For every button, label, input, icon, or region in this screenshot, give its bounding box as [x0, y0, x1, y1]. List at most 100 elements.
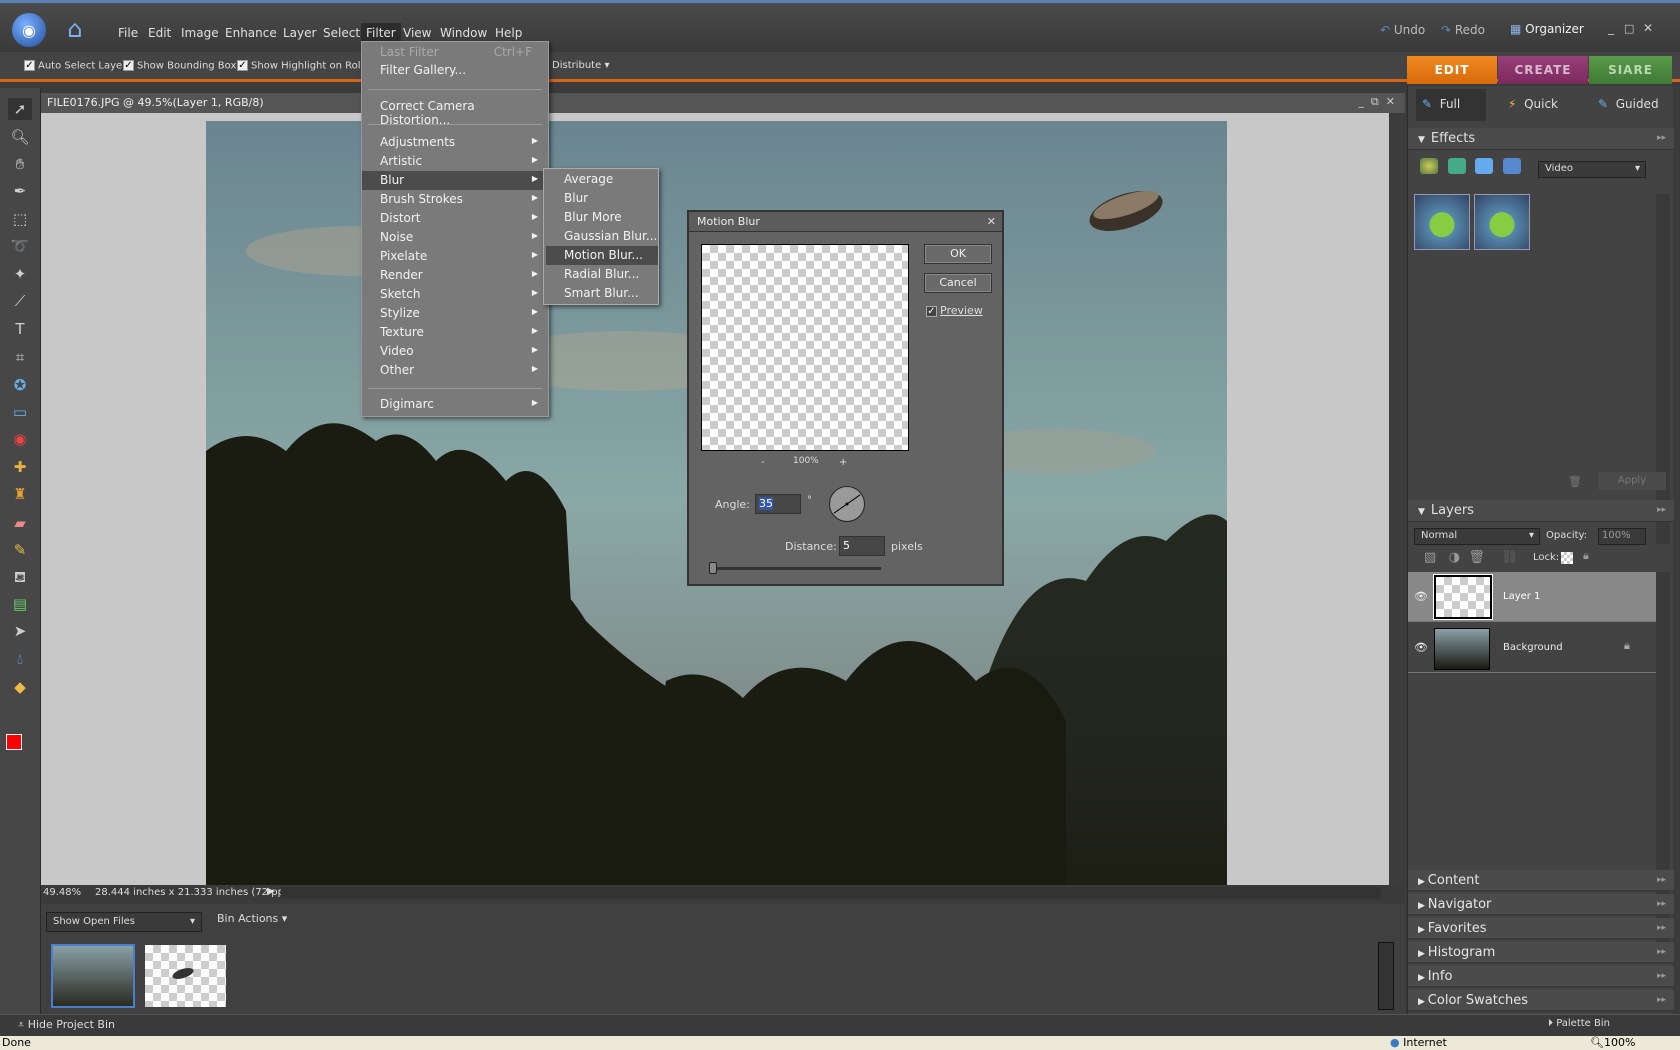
maximize-icon[interactable]: □: [1624, 22, 1634, 35]
tab-edit[interactable]: EDIT: [1407, 56, 1497, 84]
marquee-icon[interactable]: ⬚: [8, 208, 32, 230]
zoom-level[interactable]: 49.48%: [43, 887, 81, 898]
menu-item-render[interactable]: Render ▶: [362, 266, 548, 285]
panel-menu-icon[interactable]: ▸▸: [1657, 505, 1666, 515]
zoom-out-button[interactable]: -: [761, 457, 765, 468]
menu-item-average[interactable]: Average: [546, 170, 658, 189]
menu-item-adjustments[interactable]: Adjustments ▶: [362, 133, 548, 152]
effects-panel-header[interactable]: ▼ Effects ▸▸: [1408, 128, 1674, 150]
trash-icon[interactable]: 🗑︎: [1568, 475, 1582, 488]
gradient-icon[interactable]: ▤: [8, 593, 32, 615]
cookie-cutter-icon[interactable]: ✪: [8, 374, 32, 396]
menu-item-motion-blur[interactable]: Motion Blur...: [546, 246, 658, 265]
distribute-dropdown[interactable]: Distribute ▾: [552, 60, 609, 71]
bin-actions-menu[interactable]: Bin Actions ▾: [217, 912, 287, 925]
menu-item-texture[interactable]: Texture ▶: [362, 323, 548, 342]
menu-item-filter-gallery[interactable]: Filter Gallery...: [362, 61, 548, 80]
apply-button[interactable]: Apply: [1598, 472, 1666, 490]
cancel-button[interactable]: Cancel: [924, 273, 992, 293]
selection-brush-icon[interactable]: ⟋: [8, 290, 32, 312]
menu-item-brush-strokes[interactable]: Brush Strokes ▶: [362, 190, 548, 209]
browser-zoom[interactable]: 🔍︎100%: [1590, 1036, 1635, 1049]
document-window-controls[interactable]: _ ⧉ ✕: [1358, 95, 1395, 109]
layer-row-layer-1[interactable]: 👁︎ Layer 1: [1408, 572, 1656, 622]
layers-panel-header[interactable]: ▼ Layers ▸▸: [1408, 500, 1674, 522]
menu-item-gaussian-blur[interactable]: Gaussian Blur...: [546, 227, 658, 246]
paint-bucket-icon[interactable]: ⛾: [8, 566, 32, 588]
panel-histogram[interactable]: ▶ Histogram ▸▸: [1408, 942, 1674, 964]
blur-tool-icon[interactable]: 💧︎: [8, 648, 32, 670]
bin-thumbnail-photo[interactable]: [51, 944, 135, 1008]
all-effects-icon[interactable]: [1502, 158, 1521, 174]
menu-select[interactable]: Select: [318, 23, 365, 43]
menu-window[interactable]: Window: [435, 23, 492, 43]
distance-slider-track[interactable]: [711, 567, 881, 570]
eyedropper-icon[interactable]: ✒: [8, 180, 32, 202]
minimize-icon[interactable]: _: [1608, 21, 1614, 35]
hand-tool-icon[interactable]: ✋︎: [8, 153, 32, 175]
dialog-close-icon[interactable]: ✕: [987, 215, 996, 228]
menu-layer[interactable]: Layer: [278, 23, 321, 43]
undo-button[interactable]: ↶ Undo: [1380, 23, 1425, 37]
zoom-in-button[interactable]: +: [839, 457, 847, 468]
shape-select-icon[interactable]: ➤: [8, 620, 32, 642]
menu-item-blur-more[interactable]: Blur More: [546, 208, 658, 227]
photo-effects-icon[interactable]: [1475, 158, 1493, 174]
clone-stamp-icon[interactable]: ♜: [8, 483, 32, 505]
effects-category-dropdown[interactable]: Video ▾: [1538, 161, 1646, 178]
visibility-eye-icon[interactable]: 👁︎: [1414, 641, 1428, 654]
angle-input[interactable]: 35: [755, 494, 801, 514]
hide-project-bin-button[interactable]: ⩡ Hide Project Bin: [18, 1018, 115, 1032]
healing-brush-icon[interactable]: ✚: [8, 456, 32, 478]
menu-image[interactable]: Image: [176, 23, 224, 43]
preview-area[interactable]: [701, 244, 909, 451]
palette-bin-button[interactable]: ⏵ Palette Bin: [1548, 1018, 1610, 1029]
move-tool-icon[interactable]: ➚: [8, 98, 32, 120]
show-highlight-checkbox[interactable]: ✓Show Highlight on Rollover: [237, 60, 361, 72]
auto-select-layer-checkbox[interactable]: ✓ Auto Select Layer: [24, 60, 126, 72]
view-quick-button[interactable]: ⚡ Quick: [1508, 97, 1558, 111]
menu-item-sketch[interactable]: Sketch ▶: [362, 285, 548, 304]
show-bounding-box-checkbox[interactable]: ✓ Show Bounding Box: [123, 60, 236, 72]
menu-item-artistic[interactable]: Artistic ▶: [362, 152, 548, 171]
menu-item-stylize[interactable]: Stylize ▶: [362, 304, 548, 323]
angle-dial[interactable]: [829, 486, 865, 522]
panel-menu-icon[interactable]: ▸▸: [1657, 133, 1666, 143]
effect-thumbnail[interactable]: [1474, 194, 1530, 250]
layer-styles-icon[interactable]: [1447, 158, 1466, 174]
menu-filter[interactable]: Filter: [361, 23, 401, 43]
zoom-tool-icon[interactable]: 🔍︎: [8, 126, 32, 148]
menu-help[interactable]: Help: [490, 23, 527, 43]
organizer-button[interactable]: ▦ Organizer: [1510, 22, 1584, 36]
lock-all-icon[interactable]: 🔒︎: [1583, 549, 1589, 563]
view-guided-button[interactable]: ✎ Guided: [1598, 97, 1659, 111]
panel-content[interactable]: ▶ Content ▸▸: [1408, 870, 1674, 892]
red-eye-icon[interactable]: ◉: [8, 428, 32, 450]
adjustment-layer-icon[interactable]: ◑: [1449, 550, 1460, 565]
status-menu-arrow-icon[interactable]: ▶: [267, 886, 275, 897]
blend-mode-dropdown[interactable]: Normal ▾: [1414, 528, 1540, 545]
panel-navigator[interactable]: ▶ Navigator ▸▸: [1408, 894, 1674, 916]
straighten-icon[interactable]: ▭: [8, 401, 32, 423]
camera-logo-icon[interactable]: ◉: [12, 13, 46, 47]
menu-item-digimarc[interactable]: Digimarc ▶: [362, 395, 548, 414]
opacity-field[interactable]: 100%: [1598, 528, 1646, 545]
panel-color-swatches[interactable]: ▶ Color Swatches ▸▸: [1408, 990, 1674, 1012]
type-tool-icon[interactable]: T: [8, 318, 32, 340]
link-icon[interactable]: ⛓: [1501, 550, 1518, 565]
bin-thumbnail-ufo-layer[interactable]: [145, 945, 226, 1007]
foreground-color-swatch[interactable]: [6, 734, 22, 750]
eraser-icon[interactable]: ▰: [8, 512, 32, 534]
vertical-scrollbar[interactable]: [1389, 113, 1405, 885]
panel-favorites[interactable]: ▶ Favorites ▸▸: [1408, 918, 1674, 940]
magic-wand-icon[interactable]: ✦: [8, 263, 32, 285]
view-full-button[interactable]: ✎ Full: [1416, 89, 1486, 121]
ok-button[interactable]: OK: [924, 244, 992, 264]
home-icon[interactable]: ⌂: [60, 15, 90, 45]
brush-icon[interactable]: ✎: [8, 539, 32, 561]
preview-checkbox[interactable]: ✓ Preview: [926, 304, 983, 317]
menu-view[interactable]: View: [398, 23, 436, 43]
menu-item-blur[interactable]: Blur ▶: [362, 171, 548, 190]
effects-scrollbar[interactable]: [1656, 194, 1670, 544]
crop-icon[interactable]: ⌗: [8, 346, 32, 368]
